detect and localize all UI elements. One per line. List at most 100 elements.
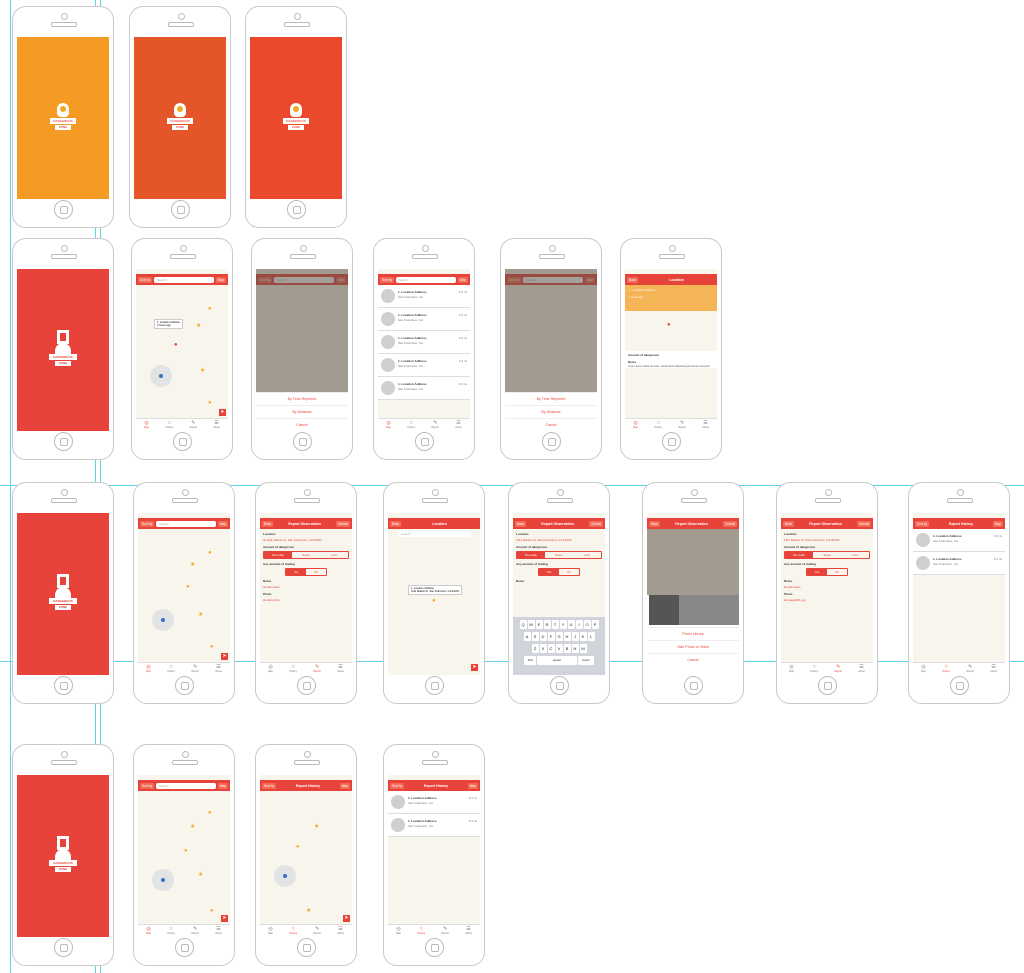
photo-library-option[interactable]: Photo Library bbox=[647, 627, 739, 640]
star-icon[interactable]: ★ bbox=[190, 562, 195, 568]
home-button[interactable] bbox=[54, 432, 73, 451]
pin-icon[interactable]: ● bbox=[208, 550, 213, 556]
back-button[interactable]: Back bbox=[515, 520, 527, 527]
submit-button[interactable]: Submit bbox=[857, 520, 871, 527]
sort-by-distance-option[interactable]: By Distance bbox=[505, 405, 597, 418]
list-item[interactable]: 1. Location Address San Francisco, CA 0.3 … bbox=[913, 552, 1005, 575]
sort-by-button[interactable]: Sort by bbox=[140, 520, 155, 527]
pin-icon[interactable]: ● bbox=[186, 584, 191, 590]
search-input[interactable]: Search bbox=[396, 276, 456, 283]
list-item[interactable]: 1. Location Address San Francisco, CA 0.3 … bbox=[388, 791, 480, 814]
back-button[interactable]: Back bbox=[649, 520, 661, 527]
tab-about[interactable]: ☰ About bbox=[858, 665, 865, 674]
pin-icon[interactable]: ● bbox=[174, 342, 179, 348]
tab-about[interactable]: ☰ About bbox=[213, 421, 220, 430]
tab-map[interactable]: ◎ Map bbox=[633, 421, 638, 430]
cancel-button[interactable]: Cancel bbox=[505, 418, 597, 431]
keyboard[interactable]: QWERTYUIOP ASDFGHJKL ZXCVBNM 123 space ret… bbox=[513, 617, 605, 675]
tab-about[interactable]: ☰ About bbox=[337, 665, 344, 674]
home-button[interactable] bbox=[297, 676, 316, 695]
tab-about[interactable]: ☰ About bbox=[990, 665, 997, 674]
tab-map[interactable]: ◎ Map bbox=[396, 927, 401, 936]
tab-about[interactable]: ☰ About bbox=[455, 421, 462, 430]
tab-report[interactable]: ✎ Report bbox=[431, 421, 439, 430]
tab-map[interactable]: ◎ Map bbox=[144, 421, 149, 430]
photo-field[interactable]: ⊕ add photo bbox=[260, 597, 352, 603]
sort-by-button[interactable]: Sort by bbox=[138, 276, 153, 283]
tab-report[interactable]: ✎ Report bbox=[441, 927, 449, 936]
sort-by-button[interactable]: Sort by bbox=[915, 520, 930, 527]
star-icon[interactable]: ★ bbox=[198, 612, 203, 618]
map-button[interactable]: Map bbox=[467, 782, 478, 789]
cancel-button[interactable]: Cancel bbox=[647, 653, 739, 666]
home-button[interactable] bbox=[175, 676, 194, 695]
pin-icon[interactable]: ● bbox=[296, 844, 301, 850]
tab-history[interactable]: ☆ History bbox=[942, 665, 950, 674]
tab-about[interactable]: ☰ About bbox=[465, 927, 472, 936]
locate-me-button[interactable]: ➤ bbox=[343, 915, 350, 922]
tab-map[interactable]: ◎ Map bbox=[268, 927, 273, 936]
tab-history[interactable]: ☆ History bbox=[289, 665, 297, 674]
home-button[interactable] bbox=[542, 432, 561, 451]
home-button[interactable] bbox=[175, 938, 194, 957]
back-button[interactable]: Back bbox=[783, 520, 795, 527]
home-button[interactable] bbox=[54, 200, 73, 219]
photo-thumbnail[interactable] bbox=[709, 595, 739, 625]
list-item[interactable]: 1. Location Address San Francisco, CA 0.3 … bbox=[378, 354, 470, 377]
photo-thumbnail[interactable] bbox=[679, 595, 709, 625]
locate-me-button[interactable]: ➤ bbox=[221, 915, 228, 922]
sort-by-distance-option[interactable]: By Distance bbox=[256, 405, 348, 418]
submit-button[interactable]: Submit bbox=[336, 520, 350, 527]
list-item[interactable]: 1. Location Address San Francisco, CA 0.3 … bbox=[388, 814, 480, 837]
search-input[interactable]: Search bbox=[154, 276, 214, 283]
sort-by-button[interactable]: Sort by bbox=[140, 782, 155, 789]
tab-map[interactable]: ◎ Map bbox=[921, 665, 926, 674]
sort-by-button[interactable]: Sort by bbox=[380, 276, 395, 283]
sort-by-time-option[interactable]: By Time Reported bbox=[256, 392, 348, 405]
list-item[interactable]: 1. Location Address San Francisco, CA 0.3 … bbox=[378, 285, 470, 308]
list-item[interactable]: 1. Location Address San Francisco, CA 0.3 … bbox=[378, 377, 470, 400]
submit-button[interactable]: Submit bbox=[723, 520, 737, 527]
home-button[interactable] bbox=[173, 432, 192, 451]
map-callout[interactable]: 1. Location Address 3 hours ago bbox=[154, 319, 183, 329]
cancel-button[interactable]: Cancel bbox=[256, 418, 348, 431]
activity-segmented-control[interactable]: Yes No bbox=[285, 568, 327, 576]
search-input[interactable]: Search bbox=[156, 520, 216, 527]
tab-report[interactable]: ✎ Report bbox=[191, 665, 199, 674]
tab-history[interactable]: ☆ History bbox=[289, 927, 297, 936]
star-icon[interactable]: ★ bbox=[198, 872, 203, 878]
pin-icon[interactable]: ● bbox=[208, 810, 213, 816]
tab-report[interactable]: ✎ Report bbox=[678, 421, 686, 430]
locate-me-button[interactable]: ➤ bbox=[221, 653, 228, 660]
tab-history[interactable]: ☆ History bbox=[167, 927, 175, 936]
sort-by-button[interactable]: Sort by bbox=[390, 782, 405, 789]
home-button[interactable] bbox=[297, 938, 316, 957]
map-button[interactable]: Map bbox=[217, 520, 228, 527]
home-button[interactable] bbox=[950, 676, 969, 695]
tab-about[interactable]: ☰ About bbox=[215, 927, 222, 936]
star-icon[interactable]: ★ bbox=[306, 908, 311, 914]
star-icon[interactable]: ★ bbox=[200, 368, 205, 374]
map-callout[interactable]: 1. Location Address 1111 Market St, San F… bbox=[408, 585, 462, 595]
map-button[interactable]: Map bbox=[992, 520, 1003, 527]
locate-me-button[interactable]: ➤ bbox=[471, 664, 478, 671]
home-button[interactable] bbox=[415, 432, 434, 451]
map-button[interactable]: Map bbox=[457, 276, 468, 283]
tab-history[interactable]: ☆ History bbox=[654, 421, 662, 430]
sort-by-button[interactable]: Sort by bbox=[262, 782, 277, 789]
home-button[interactable] bbox=[684, 676, 703, 695]
home-button[interactable] bbox=[171, 200, 190, 219]
star-icon[interactable]: ★ bbox=[190, 824, 195, 830]
tab-map[interactable]: ◎ Map bbox=[386, 421, 391, 430]
tab-map[interactable]: ◎ Map bbox=[789, 665, 794, 674]
take-photo-option[interactable]: Take Photo or Video bbox=[647, 640, 739, 653]
back-button[interactable]: Back bbox=[262, 520, 274, 527]
star-icon[interactable]: ★ bbox=[314, 824, 319, 830]
star-icon[interactable]: ★ bbox=[196, 323, 201, 329]
pin-icon[interactable]: ● bbox=[210, 644, 215, 650]
tab-about[interactable]: ☰ About bbox=[702, 421, 709, 430]
home-button[interactable] bbox=[425, 676, 444, 695]
tab-history[interactable]: ☆ History bbox=[407, 421, 415, 430]
locate-me-button[interactable]: ➤ bbox=[219, 409, 226, 416]
home-button[interactable] bbox=[662, 432, 681, 451]
